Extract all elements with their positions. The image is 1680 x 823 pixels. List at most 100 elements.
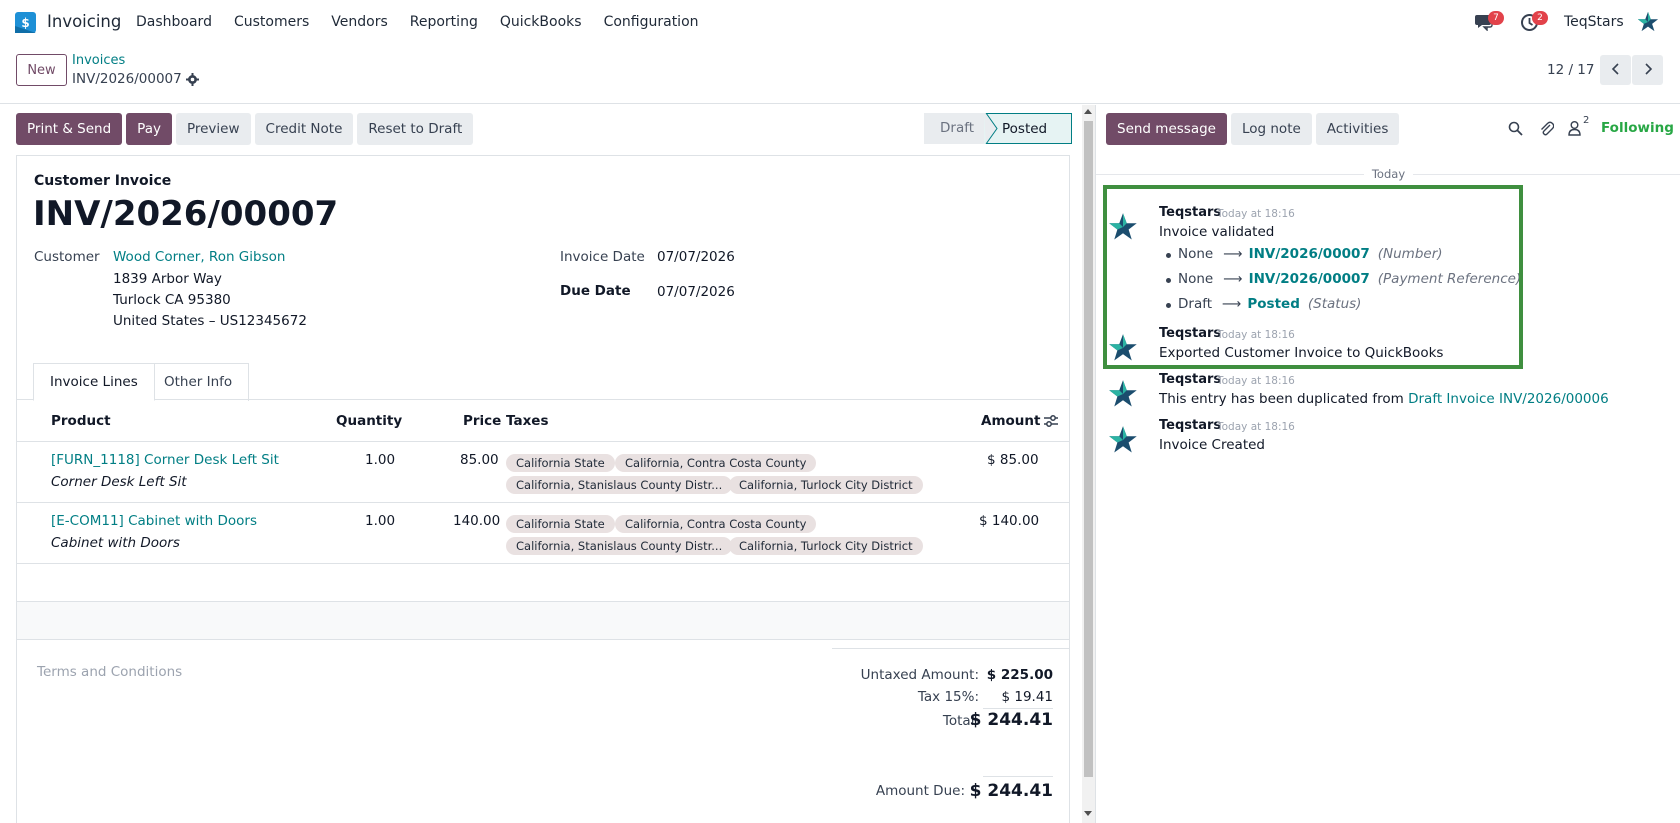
tax-label: Tax 15%: [917,689,979,705]
top-navbar: $ Invoicing Dashboard Customers Vendors … [0,0,1680,46]
invoice-type: Customer Invoice [34,173,172,189]
chatter-message: Teqstars Today at 18:16 Invoice Created [1108,418,1668,458]
line-description: Corner Desk Left Sit [51,474,187,490]
lines-table-header: Product Quantity Price Taxes Amount [17,401,1069,442]
scroll-thumb[interactable] [1084,121,1093,777]
total-value: $ 244.41 [969,710,1053,730]
scroll-down-arrow[interactable] [1084,811,1092,816]
optional-columns-icon[interactable] [1044,414,1058,428]
date-separator-label: Today [1363,167,1414,181]
form-view: Print & Send Pay Preview Credit Note Res… [0,105,1082,823]
pay-button[interactable]: Pay [126,113,172,145]
tax-tag[interactable]: California, Turlock City District [729,476,923,494]
pager-next-button[interactable] [1632,55,1663,85]
message-author[interactable]: Teqstars [1159,372,1221,387]
author-avatar-star-icon[interactable] [1108,425,1138,455]
line-price[interactable]: 140.00 [453,513,500,529]
menu-vendors[interactable]: Vendors [331,14,387,30]
tax-tag[interactable]: California State [506,454,615,472]
message-time: Today at 18:16 [1217,421,1295,433]
line-quantity[interactable]: 1.00 [365,452,395,468]
app-name[interactable]: Invoicing [47,12,121,31]
tab-invoice-lines[interactable]: Invoice Lines [33,363,155,401]
tax-tag[interactable]: California, Turlock City District [729,537,923,555]
gear-icon[interactable] [185,72,199,86]
duplicated-from-link[interactable]: Draft Invoice INV/2026/00006 [1408,391,1609,407]
messages-badge: 7 [1488,11,1504,25]
menu-customers[interactable]: Customers [234,14,309,30]
menu-reporting[interactable]: Reporting [410,14,478,30]
customer-link[interactable]: Wood Corner, Ron Gibson [113,249,285,265]
due-date-field[interactable]: 07/07/2026 [657,284,735,300]
line-quantity[interactable]: 1.00 [365,513,395,529]
empty-line-row[interactable] [17,564,1069,602]
invoice-line-row[interactable]: [E-COM11] Cabinet with Doors Cabinet wit… [17,503,1069,564]
paperclip-icon[interactable] [1539,120,1554,137]
tax-tag[interactable]: California, Contra Costa County [615,515,817,533]
amount-due-value: $ 244.41 [969,781,1053,801]
invoice-date-field[interactable]: 07/07/2026 [657,249,735,265]
invoicing-app-icon[interactable]: $ [15,12,36,33]
col-taxes[interactable]: Taxes [506,413,548,429]
chatter-message: Teqstars Today at 18:16 This entry has b… [1108,372,1668,412]
line-product[interactable]: [E-COM11] Cabinet with Doors [51,513,257,529]
pager-previous-button[interactable] [1600,55,1631,85]
line-description: Cabinet with Doors [51,535,180,551]
form-scrollbar[interactable] [1082,105,1095,823]
terms-and-conditions-field[interactable]: Terms and Conditions [37,664,182,680]
line-price[interactable]: 85.00 [460,452,499,468]
search-icon[interactable] [1508,121,1523,136]
activities-button[interactable]: Activities [1315,113,1400,145]
address-line-1: 1839 Arbor Way [113,271,222,287]
menu-configuration[interactable]: Configuration [604,14,699,30]
empty-line-row[interactable] [17,602,1069,640]
status-draft[interactable]: Draft [924,113,986,144]
amount-due-divider [983,776,1053,777]
amount-due-label: Amount Due: [875,783,965,799]
tax-tag[interactable]: California, Stanislaus County Distr... [506,537,733,555]
status-bar: Draft Posted [924,113,1072,144]
line-product[interactable]: [FURN_1118] Corner Desk Left Sit [51,452,279,468]
col-price[interactable]: Price [463,413,501,429]
following-button[interactable]: Following [1601,120,1674,136]
user-menu[interactable]: TeqStars [1564,14,1624,30]
col-amount[interactable]: Amount [981,413,1040,429]
col-product[interactable]: Product [51,413,111,429]
message-text: This entry has been duplicated from [1159,391,1409,407]
tax-tag[interactable]: California, Contra Costa County [615,454,817,472]
tax-tag[interactable]: California, Stanislaus County Distr... [506,476,733,494]
chevron-right-icon [1644,62,1652,75]
customer-label: Customer [34,249,100,265]
invoice-line-row[interactable]: [FURN_1118] Corner Desk Left Sit Corner … [17,442,1069,503]
followers-user-icon[interactable] [1568,120,1581,136]
breadcrumb-invoices-link[interactable]: Invoices [72,53,125,68]
print-send-button[interactable]: Print & Send [16,113,123,145]
form-action-buttons: Print & Send Pay Preview Credit Note Res… [16,113,474,145]
address-line-2: Turlock CA 95380 [113,292,231,308]
message-body: Invoice Created [1159,437,1265,453]
menu-quickbooks[interactable]: QuickBooks [500,14,582,30]
send-message-button[interactable]: Send message [1106,113,1227,145]
tax-tag[interactable]: California State [506,515,615,533]
author-avatar-star-icon[interactable] [1108,379,1138,409]
due-date-label: Due Date [560,283,631,299]
svg-text:$: $ [21,16,29,30]
col-quantity[interactable]: Quantity [336,413,402,429]
message-author[interactable]: Teqstars [1159,418,1221,433]
user-avatar-star-icon[interactable] [1637,11,1659,33]
scroll-up-arrow[interactable] [1084,109,1092,114]
invoice-date-label: Invoice Date [560,249,645,265]
credit-note-button[interactable]: Credit Note [254,113,354,145]
status-posted-label: Posted [1002,121,1048,137]
preview-button[interactable]: Preview [175,113,251,145]
tax-value: $ 19.41 [1001,689,1053,705]
control-panel: New Invoices INV/2026/00007 12 / 17 [0,46,1680,104]
tab-other-info[interactable]: Other Info [148,363,250,401]
new-button[interactable]: New [16,54,67,86]
status-posted[interactable]: Posted [986,113,1072,144]
pager-value[interactable]: 12 / 17 [1547,62,1595,78]
notebook-tabs: Invoice Lines Other Info [17,363,1069,401]
log-note-button[interactable]: Log note [1230,113,1312,145]
reset-to-draft-button[interactable]: Reset to Draft [357,113,474,145]
menu-dashboard[interactable]: Dashboard [136,14,212,30]
